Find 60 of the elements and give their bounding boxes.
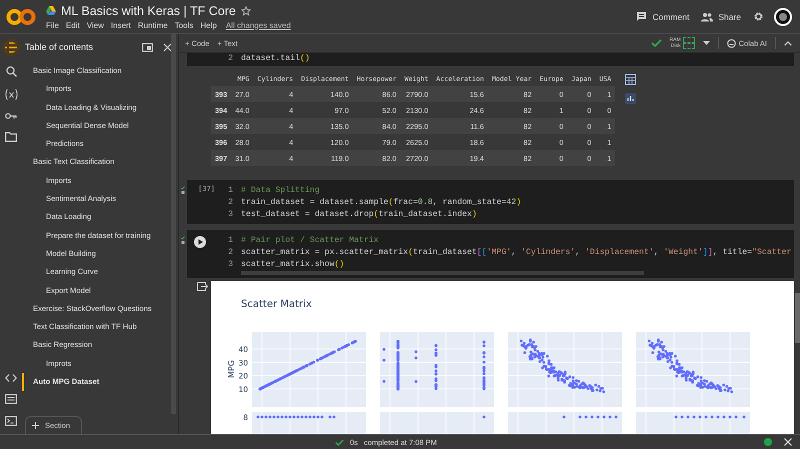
code-cell[interactable]: 2 dataset.tail() — [187, 53, 794, 66]
menu-item[interactable]: Help — [200, 20, 217, 30]
line-number: 2 — [227, 197, 233, 209]
comment-button[interactable]: Comment — [636, 11, 690, 22]
settings-icon[interactable] — [753, 11, 764, 22]
code-line: # Data Splitting — [241, 185, 320, 197]
menu-item[interactable]: File — [46, 20, 59, 30]
axis-title: MPG — [227, 360, 236, 378]
run-cell-button[interactable] — [194, 236, 206, 248]
menu-item[interactable]: Insert — [110, 20, 131, 30]
variables-icon[interactable] — [4, 89, 18, 100]
command-palette-icon[interactable] — [5, 394, 17, 404]
colab-logo[interactable] — [6, 8, 36, 26]
share-button[interactable]: Share — [701, 12, 741, 22]
save-status-link[interactable]: All changes saved — [226, 20, 291, 30]
plus-icon — [32, 422, 39, 429]
terminal-icon[interactable] — [5, 416, 17, 426]
code-line: test_dataset = dataset.drop(train_dataset.index) — [241, 209, 477, 221]
open-in-tab-icon[interactable] — [142, 42, 153, 52]
code-line: scatter_matrix = px.scatter_matrix(train_dataset[['MPG', 'Cylinders', 'Displacement', 'Weight']], title="Scatter — [241, 247, 792, 259]
star-icon[interactable] — [240, 6, 251, 16]
output-options-icon[interactable] — [197, 282, 208, 291]
dropdown-caret-icon[interactable] — [702, 41, 710, 45]
avatar[interactable] — [774, 8, 792, 26]
panel-title: Table of contents — [25, 42, 94, 52]
people-icon — [701, 12, 714, 22]
line-number: 2 — [227, 53, 233, 65]
comment-icon — [636, 11, 648, 22]
line-number: 1 — [227, 185, 233, 197]
code-line: scatter_matrix.show() — [241, 259, 344, 271]
folder-icon[interactable] — [5, 132, 17, 142]
menu-item[interactable]: Edit — [66, 20, 80, 30]
search-icon[interactable] — [6, 66, 16, 77]
key-icon[interactable] — [5, 112, 17, 120]
notebook-title[interactable]: ML Basics with Keras | TF Core — [61, 4, 236, 18]
check-icon — [335, 438, 344, 446]
line-number: 3 — [227, 209, 233, 221]
run-status-icon — [181, 186, 185, 195]
menu-item[interactable]: Tools — [174, 20, 194, 30]
menu-item[interactable]: View — [86, 20, 104, 30]
ai-icon — [726, 38, 736, 48]
close-icon[interactable] — [163, 42, 172, 52]
code-icon[interactable] — [5, 374, 17, 382]
table-of-contents-icon[interactable] — [2, 39, 20, 56]
chart-suggestion-icon[interactable] — [625, 93, 636, 104]
run-status-icon — [181, 236, 185, 245]
line-number: 3 — [227, 259, 233, 271]
check-icon — [650, 39, 662, 47]
connection-status-icon — [764, 438, 772, 446]
code-line: dataset.tail() — [241, 53, 310, 65]
drive-icon — [46, 6, 56, 15]
collapse-chevron-icon[interactable] — [784, 40, 792, 46]
close-icon[interactable] — [784, 438, 792, 446]
table-view-icon[interactable] — [625, 74, 636, 85]
menu-item[interactable]: Runtime — [138, 20, 168, 30]
code-line: train_dataset = dataset.sample(frac=0.8, random_state=42) — [241, 197, 522, 209]
line-number: 2 — [227, 247, 233, 259]
code-line: # Pair plot / Scatter Matrix — [241, 235, 379, 247]
line-number: 1 — [227, 235, 233, 247]
chart-title: Scatter Matrix — [241, 299, 312, 310]
